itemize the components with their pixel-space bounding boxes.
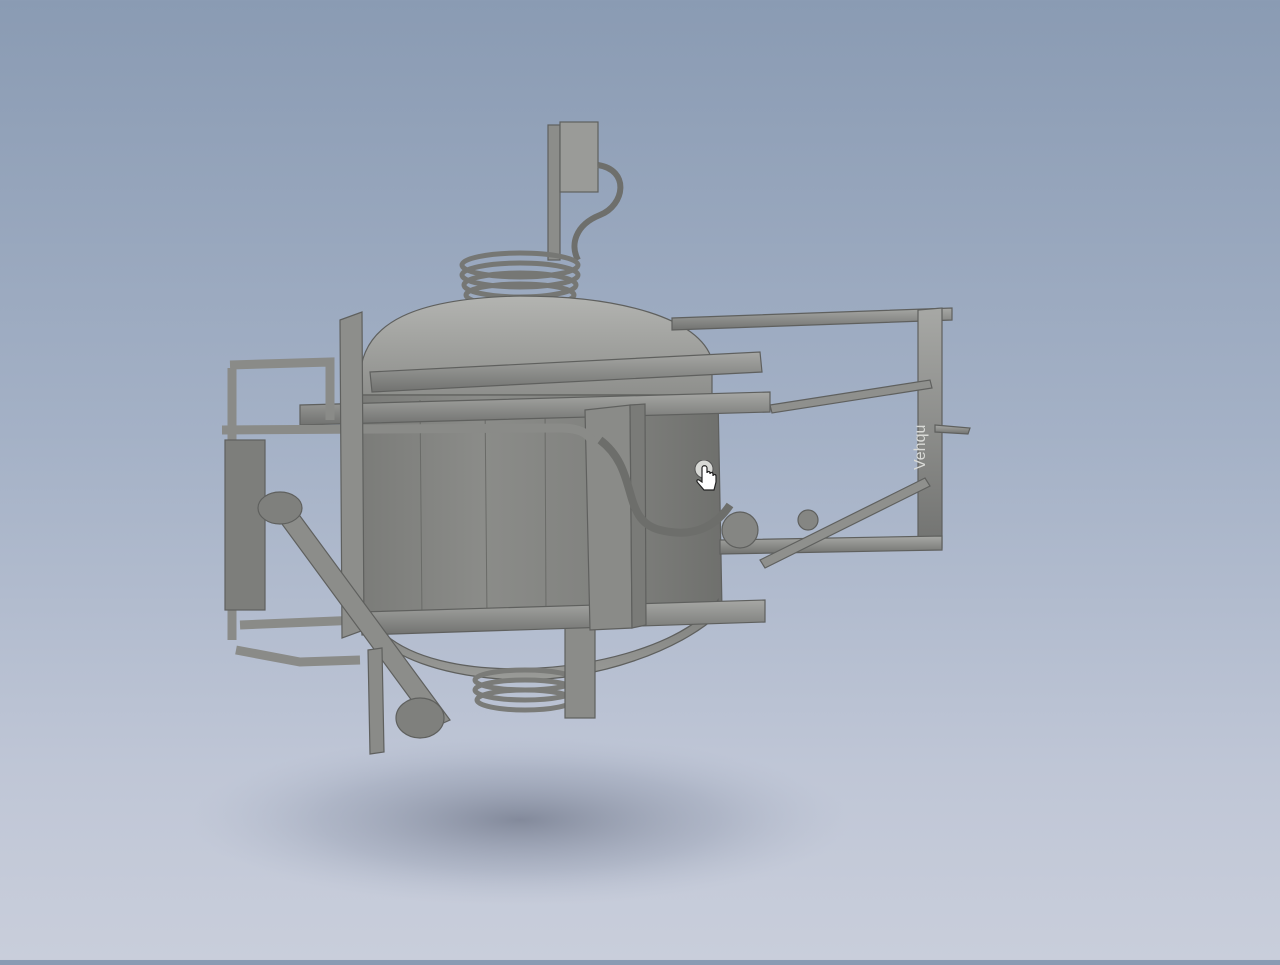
lower-leg xyxy=(367,647,385,755)
top-mast xyxy=(547,124,561,261)
pto-yoke-top xyxy=(257,491,303,525)
ground-shadow xyxy=(190,735,850,905)
mast-plate xyxy=(559,121,599,193)
sprayer-tank-model[interactable] xyxy=(221,121,971,755)
boom-arm-upper xyxy=(769,379,933,414)
boom-arm-lower xyxy=(759,477,931,569)
pto-yoke-bottom xyxy=(395,697,445,739)
pump xyxy=(721,511,759,549)
hand-pointer-icon xyxy=(694,460,717,491)
3d-viewport[interactable]: Vehqu xyxy=(0,0,1280,960)
frame-decal: Vehqu xyxy=(912,425,929,470)
left-panel xyxy=(224,439,266,611)
